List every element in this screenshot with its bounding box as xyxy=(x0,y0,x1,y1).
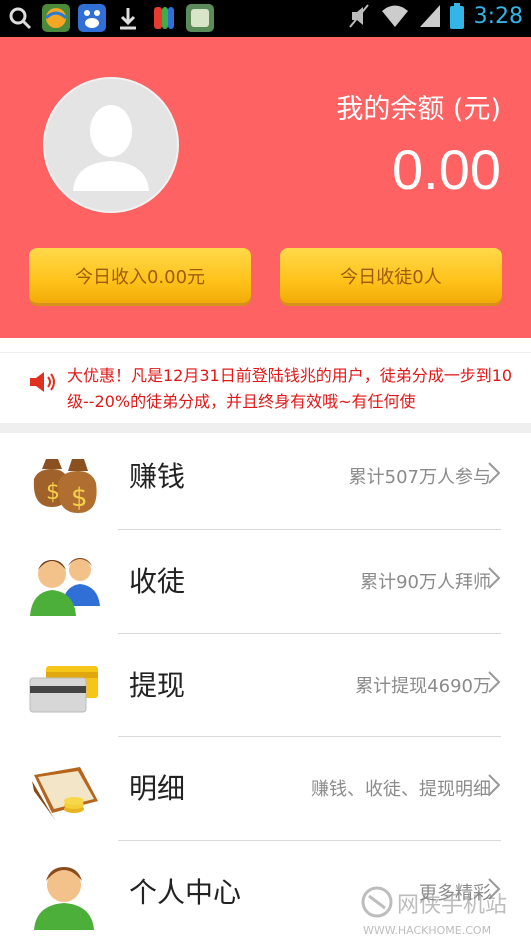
menu-title: 提现 xyxy=(129,669,186,702)
speaker-icon xyxy=(30,372,55,392)
balance-label: 我的余额 (元) xyxy=(336,94,501,125)
svg-text:$: $ xyxy=(71,483,88,513)
search-icon xyxy=(9,7,32,30)
chevron-right-icon xyxy=(488,567,501,589)
menu-item-earn[interactable]: $ $ 赚钱 累计507万人参与 xyxy=(0,425,531,528)
people-icon xyxy=(30,558,100,616)
chevron-right-icon xyxy=(488,462,501,484)
mute-icon xyxy=(348,4,369,28)
chevron-right-icon xyxy=(488,671,501,693)
today-apprentices-label: 今日收徒0人 xyxy=(340,266,442,288)
download-icon xyxy=(120,8,136,30)
menu-title: 明细 xyxy=(129,772,186,805)
wallet-icon xyxy=(32,767,98,821)
chevron-right-icon xyxy=(488,774,501,796)
watermark-url: WWW.HACKHOME.COM xyxy=(363,924,491,937)
person-icon xyxy=(34,867,94,930)
avatar[interactable] xyxy=(43,77,179,213)
menu-item-details[interactable]: 明细 赚钱、收徒、提现明细 xyxy=(0,737,531,840)
app-icon-flag xyxy=(154,7,174,29)
baidu-icon xyxy=(78,4,106,32)
app-icon-card xyxy=(186,4,214,32)
balance-header: 我的余额 (元) 0.00 今日收入0.00元 今日收徒0人 xyxy=(0,37,531,338)
menu-item-recruit[interactable]: 收徒 累计90万人拜师 xyxy=(0,530,531,633)
notice-text: 大优惠！凡是12月31日前登陆钱兆的用户，徒弟分成一步到10级--20%的徒弟分… xyxy=(67,366,513,411)
menu-title: 收徒 xyxy=(129,565,186,598)
today-income-button[interactable]: 今日收入0.00元 xyxy=(29,248,251,303)
menu-item-withdraw[interactable]: 提现 累计提现4690万 xyxy=(0,634,531,737)
user-silhouette-icon xyxy=(45,79,177,211)
today-apprentices-button[interactable]: 今日收徒0人 xyxy=(280,248,502,303)
menu-subtitle: 赚钱、收徒、提现明细 xyxy=(311,779,491,800)
money-bag-icon: $ $ xyxy=(33,459,97,513)
menu-subtitle: 累计507万人参与 xyxy=(348,467,491,488)
battery-icon xyxy=(449,3,464,29)
clock: 3:28 xyxy=(473,3,523,29)
watermark-brand: 网侠手机站 xyxy=(397,893,507,918)
watermark: 网侠手机站 WWW.HACKHOME.COM xyxy=(355,878,525,938)
svg-text:$: $ xyxy=(46,480,60,505)
signal-icon xyxy=(419,5,440,27)
notice-bar[interactable]: 大优惠！凡是12月31日前登陆钱兆的用户，徒弟分成一步到10级--20%的徒弟分… xyxy=(0,352,531,433)
today-income-label: 今日收入0.00元 xyxy=(74,266,206,288)
menu-subtitle: 累计提现4690万 xyxy=(355,676,491,697)
app-icon-ball xyxy=(42,4,70,32)
status-bar: 3:28 xyxy=(0,0,531,37)
menu-title: 个人中心 xyxy=(129,876,242,909)
card-icon xyxy=(29,666,98,713)
wifi-icon xyxy=(381,5,408,27)
watermark-logo-icon: 网侠手机站 WWW.HACKHOME.COM xyxy=(361,886,507,937)
menu-subtitle: 累计90万人拜师 xyxy=(360,572,491,593)
menu-title: 赚钱 xyxy=(129,460,186,493)
balance-value: 0.00 xyxy=(392,138,501,201)
